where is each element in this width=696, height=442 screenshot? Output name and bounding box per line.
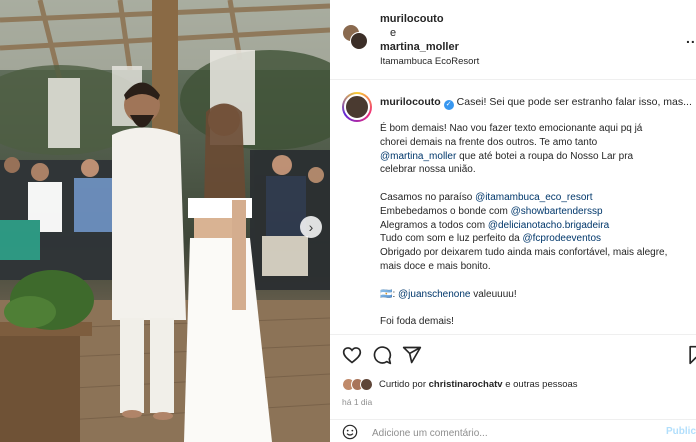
mention-link[interactable]: @showbartenderssp: [511, 206, 603, 217]
caption-line: @martina_moller que até botei a roupa do…: [380, 150, 634, 162]
avatar: [344, 94, 370, 120]
publish-comment-button[interactable]: Publicar: [666, 426, 696, 437]
comment-input[interactable]: [372, 425, 652, 441]
next-photo-button[interactable]: ›: [300, 216, 322, 238]
caption-body: É bom demais! Nao vou fazer texto emocio…: [380, 122, 690, 329]
mention-link[interactable]: @itamambuca_eco_resort: [475, 192, 592, 203]
mention-link[interactable]: @delicianotacho.brigadeira: [488, 220, 609, 231]
save-bookmark-icon[interactable]: [686, 345, 696, 365]
caption-line: Obrigado por deixarem tudo ainda mais co…: [380, 247, 668, 259]
add-comment-bar: Publicar: [330, 419, 696, 442]
liked-by-row[interactable]: Curtido por christinarochatv e outras pe…: [342, 376, 578, 392]
verified-badge-icon: ✓: [443, 100, 454, 110]
collab-conjunction: e: [390, 27, 397, 39]
caption-line: celebrar nossa união.: [380, 164, 476, 176]
caption-line: 🇦🇷: @juanschenone valeuuuu!: [380, 288, 517, 300]
heart-icon[interactable]: [342, 345, 362, 365]
caption-line: Tudo com som e luz perfeito da @fcprodee…: [380, 233, 602, 245]
author-avatar[interactable]: [342, 92, 372, 122]
avatar: [360, 377, 373, 391]
post-photo[interactable]: ›: [0, 0, 330, 442]
mention-link[interactable]: @fcprodeeventos: [522, 233, 601, 244]
liked-by-text: Curtido por christinarochatv e outras pe…: [379, 378, 578, 390]
post-caption: murilocouto ✓ Casei! Sei que pode ser estr…: [330, 80, 696, 334]
avatar: [350, 32, 368, 50]
caption-line: Foi foda demais!: [380, 316, 454, 328]
collab-avatars[interactable]: [342, 24, 368, 50]
wedding-photo-illustration: [0, 0, 330, 442]
collaborator-username-link[interactable]: martina_moller: [380, 41, 459, 53]
caption-header: murilocouto ✓ Casei! Sei que pode ser estr…: [380, 96, 696, 110]
caption-line: Embebedamos o bonde com @showbartenderss…: [380, 205, 603, 217]
mention-link[interactable]: @juanschenone: [398, 289, 470, 300]
caption-line: Casamos no paraíso @itamambuca_eco_resor…: [380, 191, 593, 203]
post-header: murilocouto e martina_moller Itamambuca …: [330, 0, 696, 80]
share-icon[interactable]: [402, 345, 422, 365]
caption-line: chorei demais na frente dos outros. Te a…: [380, 136, 598, 148]
post-actions: Curtido por christinarochatv e outras pe…: [330, 334, 696, 442]
caption-headline: Casei! Sei que pode ser estranho falar i…: [456, 96, 692, 108]
post-details-pane: murilocouto e martina_moller Itamambuca …: [330, 0, 696, 442]
mention-link[interactable]: @martina_moller: [380, 151, 456, 162]
chevron-right-icon: ›: [308, 219, 314, 235]
caption-username-link[interactable]: murilocouto: [380, 96, 441, 108]
caption-line: Alegramos a todos com @delicianotacho.br…: [380, 219, 610, 231]
more-options-icon[interactable]: ...: [686, 30, 696, 46]
comment-icon[interactable]: [372, 345, 392, 365]
liked-by-user-link[interactable]: christinarochatv: [429, 379, 503, 390]
author-username-link[interactable]: murilocouto: [380, 13, 444, 25]
location-link[interactable]: Itamambuca EcoResort: [380, 56, 479, 67]
caption-line: mais doce e mais bonito.: [380, 260, 491, 272]
caption-line: É bom demais! Nao vou fazer texto emocio…: [380, 123, 643, 134]
argentina-flag-icon: 🇦🇷: [380, 288, 393, 300]
post-timestamp[interactable]: há 1 dia: [342, 397, 372, 407]
emoji-icon[interactable]: [342, 424, 358, 440]
